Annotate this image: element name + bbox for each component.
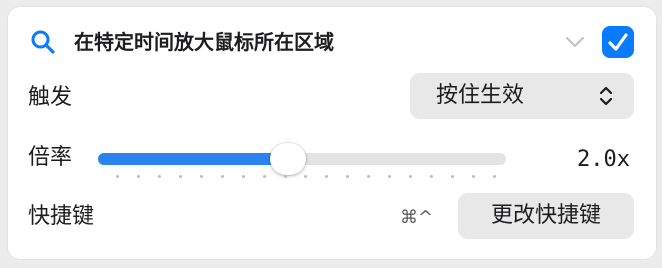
slider-tick <box>346 175 350 178</box>
magnification-value: 2.0x <box>577 147 630 172</box>
slider-tick <box>451 175 454 178</box>
trigger-selected-value: 按住生效 <box>436 83 525 108</box>
enable-checkbox[interactable] <box>602 26 634 58</box>
trigger-label: 触发 <box>28 85 73 110</box>
slider-tick <box>409 175 413 178</box>
slider-tick <box>492 175 496 178</box>
slider-tick <box>136 175 140 178</box>
header: 在特定时间放大鼠标所在区域 <box>8 7 656 73</box>
slider-tick <box>471 175 475 178</box>
slider-tick <box>283 175 287 178</box>
slider-tick <box>241 175 245 178</box>
shortcut-keys: ⌘^ <box>400 207 434 228</box>
shortcut-label: 快捷键 <box>28 204 95 229</box>
slider-tick <box>178 175 182 178</box>
slider-tick <box>262 175 266 178</box>
slider-tick <box>199 175 203 178</box>
magnification-slider[interactable] <box>98 139 510 183</box>
slider-tick <box>220 175 224 178</box>
slider-fill <box>98 153 288 165</box>
chevron-down-icon[interactable] <box>564 33 586 51</box>
slider-tick <box>325 175 329 178</box>
slider-ticks <box>116 175 496 181</box>
feature-title: 在特定时间放大鼠标所在区域 <box>74 30 334 54</box>
slider-tick <box>367 175 371 178</box>
search-icon <box>30 29 56 55</box>
change-shortcut-button[interactable]: 更改快捷键 <box>458 193 634 239</box>
slider-tick <box>157 175 161 178</box>
checkmark-icon <box>608 33 628 51</box>
magnification-label: 倍率 <box>28 145 73 170</box>
slider-tick <box>116 175 119 178</box>
slider-tick <box>388 175 392 178</box>
slider-tick <box>304 175 308 178</box>
up-down-chevron-icon <box>598 85 614 107</box>
slider-thumb[interactable] <box>269 143 306 175</box>
magnifier-settings-card: 在特定时间放大鼠标所在区域 触发 按住生效 倍率 2.0x 快捷键 ⌘^ 更改快… <box>8 7 656 259</box>
trigger-popup-button[interactable]: 按住生效 <box>410 73 634 119</box>
slider-tick <box>430 175 434 178</box>
